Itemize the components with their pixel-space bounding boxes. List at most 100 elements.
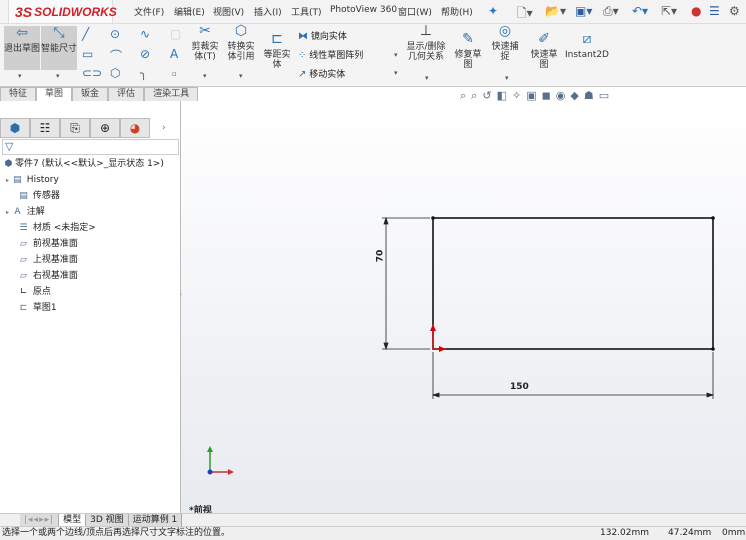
line-icon[interactable]: ╱ [82, 27, 89, 41]
file-properties-icon[interactable]: ☰ [709, 4, 720, 18]
dimxpert-tab-icon[interactable]: ⊕ [90, 118, 120, 138]
spline-icon[interactable]: ∿ [140, 27, 150, 41]
tree-item-annotations[interactable]: ▸ A 注解 [6, 205, 45, 220]
undo-icon[interactable]: ↶▾ [632, 4, 648, 18]
menu-file[interactable]: 文件(F) [134, 5, 164, 18]
tab-render-tools[interactable]: 渲染工具 [144, 87, 199, 101]
tab-model[interactable]: 模型 [59, 514, 87, 526]
snap-dropdown[interactable]: ▾ [505, 74, 509, 82]
tree-item-top-plane[interactable]: ▱ 上视基准面 [17, 253, 78, 267]
sketch-svg [207, 216, 715, 475]
tab-features[interactable]: 特征 [0, 87, 37, 101]
tree-filter[interactable]: ▽ [2, 139, 179, 155]
filter-icon: ▽ [5, 140, 14, 153]
move-entities-button[interactable]: ↗ 移动实体 [298, 67, 345, 80]
smart-dimension-dropdown[interactable]: ▾ [56, 72, 60, 80]
offset-entities-button[interactable]: ⊏ 等距实体 [260, 32, 294, 70]
menu-view[interactable]: 视图(V) [213, 5, 244, 18]
menu-insert[interactable]: 插入(I) [254, 5, 282, 18]
sensor-folder-icon: ▤ [19, 191, 28, 201]
dimension-150-label[interactable]: 150 [510, 382, 529, 392]
slot-icon[interactable]: ⊂⊃ [82, 66, 102, 80]
text-icon[interactable]: A [170, 47, 178, 61]
plane-icon[interactable]: ▢ [170, 27, 181, 41]
relations-dropdown[interactable]: ▾ [425, 74, 429, 82]
mirror-entities-button[interactable]: ⧓ 镜向实体 [298, 29, 347, 42]
tab-3d-view[interactable]: 3D 视图 [86, 514, 129, 526]
tab-sheet-metal[interactable]: 钣金 [72, 87, 109, 101]
exit-sketch-dropdown[interactable]: ▾ [18, 72, 22, 80]
sketch-vertex[interactable] [711, 216, 715, 220]
pattern-dropdown[interactable]: ▾ [394, 51, 398, 59]
trim-entities-button[interactable]: ✂ 剪裁实体(T) [188, 23, 222, 62]
move-icon: ↗ [298, 69, 307, 80]
move-dropdown[interactable]: ▾ [394, 69, 398, 77]
property-manager-tab-icon[interactable]: ☷ [30, 118, 60, 138]
new-icon[interactable]: 🗋▾ [517, 4, 533, 25]
tree-item-front-plane[interactable]: ▱ 前视基准面 [17, 237, 78, 251]
graphics-area[interactable]: 70 150 *前视 ◦ [179, 101, 746, 516]
convert-dropdown[interactable]: ▾ [239, 72, 243, 80]
status-bar: 选择一个或两个边线/顶点后再选择尺寸文字标注的位置。 132.02mm 47.2… [0, 526, 746, 540]
tab-sketch[interactable]: 草图 [36, 87, 73, 101]
tree-item-sketch1[interactable]: ⊏ 草图1 [17, 301, 57, 315]
point-icon[interactable]: ▫ [172, 70, 177, 78]
save-icon[interactable]: ▣▾ [575, 4, 592, 18]
feature-manager-tab-icon[interactable]: ⬢ [0, 118, 30, 138]
tree-item-right-plane[interactable]: ▱ 右视基准面 [17, 269, 78, 283]
rectangle-icon[interactable]: ▭ [82, 47, 93, 61]
relations-icon: ⊥ [419, 23, 433, 39]
history-folder-icon: ▤ [13, 175, 22, 185]
panel-splitter-handle[interactable]: ◦ [179, 291, 183, 299]
sketch-vertex[interactable] [711, 347, 715, 351]
status-y-coordinate: 47.24mm [668, 528, 712, 538]
polygon-icon[interactable]: ⬡ [110, 66, 120, 80]
solidworks-logo[interactable]: 3S SOLIDWORKS [8, 0, 117, 24]
mirror-icon: ⧓ [298, 31, 308, 42]
arc-icon[interactable]: ⌒ [110, 47, 122, 64]
convert-icon: ⬡ [234, 23, 248, 39]
linear-pattern-button[interactable]: ⁘ 线性草图阵列 [298, 48, 363, 61]
rapid-sketch-button[interactable]: ✐ 快速草图 [528, 32, 560, 70]
tree-root[interactable]: ⬢ 零件7 (默认<<默认>_显示状态 1>) [2, 157, 164, 171]
menu-edit[interactable]: 编辑(E) [174, 5, 205, 18]
select-icon[interactable]: ⇱▾ [661, 4, 677, 18]
convert-entities-button[interactable]: ⬡ 转换实体引用 [224, 23, 258, 62]
menu-window[interactable]: 窗口(W) [398, 5, 432, 18]
open-icon[interactable]: 📂▾ [545, 4, 566, 18]
menu-tools[interactable]: 工具(T) [291, 5, 322, 18]
tree-item-origin[interactable]: ∟ 原点 [17, 285, 51, 299]
horizontal-dimension[interactable] [431, 352, 715, 399]
display-manager-tab-icon[interactable]: ◕ [120, 118, 150, 138]
tree-item-material[interactable]: ☰ 材质 <未指定> [17, 221, 95, 235]
menu-photoview[interactable]: PhotoView 360 [330, 5, 397, 15]
display-relations-button[interactable]: ⊥ 显示/删除几何关系 [404, 23, 448, 62]
sketch-rectangle[interactable] [432, 217, 714, 350]
exit-sketch-button[interactable]: ⇦ 退出草图 [4, 26, 40, 70]
ellipse-icon[interactable]: ⊘ [140, 47, 150, 61]
options-icon[interactable]: ⚙ [729, 4, 740, 18]
tab-evaluate[interactable]: 评估 [108, 87, 145, 101]
circle-icon[interactable]: ⊙ [110, 27, 120, 41]
repair-sketch-button[interactable]: ✎ 修复草图 [452, 32, 484, 70]
tab-scroll-arrows-icon[interactable]: |◂◂▸▸| [20, 514, 60, 526]
configuration-manager-tab-icon[interactable]: ⎘ [60, 118, 90, 138]
smart-dimension-button[interactable]: ⤡ 智能尺寸 [41, 26, 77, 70]
sketch-vertex[interactable] [431, 216, 435, 220]
print-icon[interactable]: ⎙▾ [603, 4, 619, 19]
instant2d-button[interactable]: ⧄ Instant2D [564, 32, 610, 60]
quick-snaps-button[interactable]: ◎ 快速捕捉 [490, 24, 520, 62]
panel-expand-arrow-icon[interactable]: › [162, 123, 166, 133]
tree-item-history[interactable]: ▸ ▤ History [6, 173, 59, 188]
rebuild-icon[interactable]: ● [691, 4, 701, 18]
trim-icon: ✂ [199, 23, 211, 39]
annotation-folder-icon: A [14, 207, 21, 217]
trim-dropdown[interactable]: ▾ [203, 72, 207, 80]
vertical-dimension[interactable] [382, 216, 430, 351]
fillet-icon[interactable]: ╮ [140, 66, 147, 80]
tree-item-sensors[interactable]: ▤ 传感器 [17, 189, 60, 203]
dimension-70-label[interactable]: 70 [375, 250, 385, 263]
pin-icon[interactable]: ✦ [488, 4, 498, 18]
menu-help[interactable]: 帮助(H) [441, 5, 473, 18]
tab-motion-study[interactable]: 运动算例 1 [128, 514, 183, 526]
